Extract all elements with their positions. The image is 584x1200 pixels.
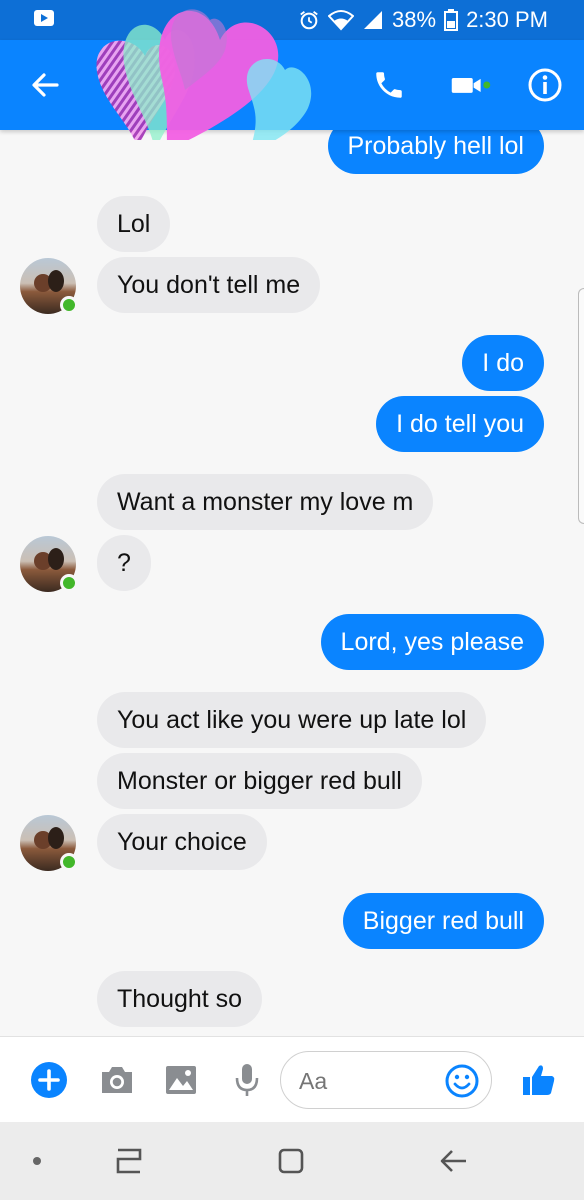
message-composer: [0, 1036, 584, 1122]
nav-dot-indicator: [30, 1144, 44, 1178]
scroll-handle[interactable]: [578, 288, 584, 524]
contact-avatar[interactable]: [20, 536, 78, 592]
online-status-dot: [60, 853, 78, 871]
android-navigation-bar: [0, 1122, 584, 1200]
signal-icon: [364, 11, 383, 29]
outgoing-message[interactable]: I do tell you: [376, 396, 544, 452]
system-back-button[interactable]: [436, 1144, 470, 1178]
message-thread[interactable]: Probably hell lol Lol You don't tell me …: [0, 130, 584, 1036]
battery-icon: [444, 9, 459, 31]
plus-icon: [31, 1062, 67, 1098]
status-icons: 38% 2:30 PM: [298, 7, 548, 33]
camera-button[interactable]: [98, 1061, 136, 1099]
back-button[interactable]: [24, 64, 66, 106]
incoming-message[interactable]: Thought so: [97, 971, 263, 1027]
emoji-icon[interactable]: [445, 1064, 479, 1098]
image-icon: [166, 1066, 196, 1094]
online-status-dot: [60, 296, 78, 314]
message-row: Bigger red bull: [342, 893, 544, 949]
incoming-message[interactable]: Lol: [97, 196, 171, 252]
outgoing-message[interactable]: I do: [462, 335, 544, 391]
like-button[interactable]: [520, 1061, 558, 1099]
message-row: I do: [462, 335, 544, 391]
voice-call-button[interactable]: [368, 64, 410, 106]
microphone-icon: [235, 1064, 259, 1096]
message-row: You don't tell me: [97, 257, 321, 313]
wifi-icon: [328, 10, 355, 31]
online-status-dot: [60, 574, 78, 592]
message-row: Thought so: [97, 971, 263, 1027]
incoming-message[interactable]: Monster or bigger red bull: [97, 753, 422, 809]
message-row: Probably hell lol: [327, 130, 544, 174]
message-row: I do tell you: [376, 396, 544, 452]
gallery-button[interactable]: [162, 1061, 200, 1099]
info-button[interactable]: [524, 64, 566, 106]
recent-apps-icon: [116, 1148, 142, 1174]
message-row: Monster or bigger red bull: [97, 753, 422, 809]
message-row: ?: [97, 535, 151, 591]
status-bar: 38% 2:30 PM: [0, 0, 584, 40]
contact-avatar[interactable]: [20, 258, 78, 314]
conversation-header: [0, 40, 584, 130]
outgoing-message[interactable]: Probably hell lol: [327, 130, 544, 174]
voice-message-button[interactable]: [228, 1061, 266, 1099]
message-row: Want a monster my love m: [97, 474, 434, 530]
clock: 2:30 PM: [466, 7, 548, 32]
arrow-left-icon: [32, 73, 59, 97]
incoming-message[interactable]: You act like you were up late lol: [97, 692, 487, 748]
video-camera-icon: [451, 78, 491, 93]
message-row: Your choice: [97, 814, 267, 870]
incoming-message[interactable]: ?: [97, 535, 151, 591]
home-icon: [278, 1148, 304, 1174]
message-row: Lol: [97, 196, 171, 252]
info-icon: [528, 68, 562, 102]
contact-avatar[interactable]: [20, 815, 78, 871]
alarm-icon: [300, 11, 318, 30]
video-call-button[interactable]: [450, 64, 492, 106]
message-row: Lord, yes please: [320, 614, 544, 670]
message-input[interactable]: [299, 1066, 439, 1096]
phone-icon: [376, 72, 402, 98]
incoming-message[interactable]: You don't tell me: [97, 257, 321, 313]
camera-icon: [102, 1067, 132, 1093]
more-actions-button[interactable]: [30, 1061, 68, 1099]
dot-icon: [33, 1157, 41, 1165]
incoming-message[interactable]: Your choice: [97, 814, 267, 870]
outgoing-message[interactable]: Bigger red bull: [342, 893, 544, 949]
incoming-message[interactable]: Want a monster my love m: [97, 474, 434, 530]
message-row: You act like you were up late lol: [97, 692, 487, 748]
back-arrow-icon: [440, 1150, 466, 1172]
outgoing-message[interactable]: Lord, yes please: [320, 614, 544, 670]
battery-percent: 38%: [392, 7, 437, 32]
recent-apps-button[interactable]: [112, 1144, 146, 1178]
thumbs-up-icon: [523, 1065, 555, 1095]
message-input-container[interactable]: [280, 1051, 492, 1109]
youtube-notification-icon: [34, 10, 54, 26]
home-button[interactable]: [274, 1144, 308, 1178]
